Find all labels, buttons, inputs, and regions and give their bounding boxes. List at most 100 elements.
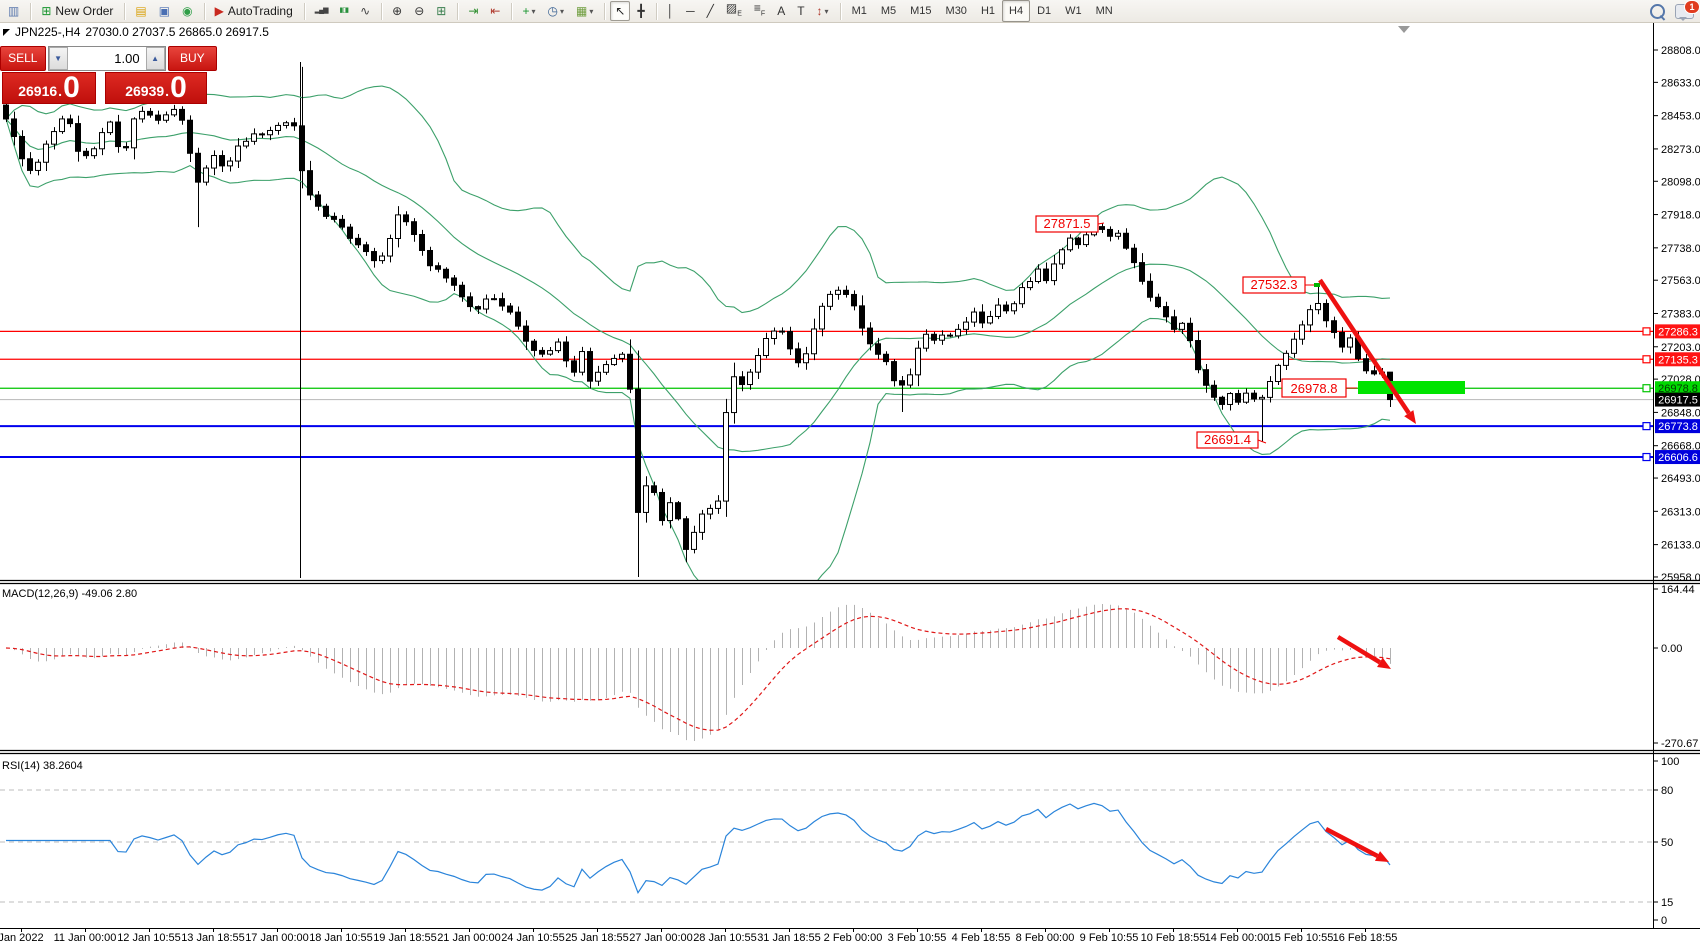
svg-text:28098.0: 28098.0 xyxy=(1661,176,1700,188)
candlestick-chart-icon[interactable]: ▮▯▮ xyxy=(335,1,354,21)
lot-size-value[interactable]: 1.00 xyxy=(68,47,146,70)
chart-shift-icon[interactable]: ⇤ xyxy=(485,1,505,21)
sell-price-display[interactable]: 26916.0 xyxy=(2,72,96,104)
timeframe-m1-button[interactable]: M1 xyxy=(845,0,874,22)
svg-text:28 Jan 10:55: 28 Jan 10:55 xyxy=(693,932,757,942)
zoom-in-icon[interactable]: ⊕ xyxy=(387,1,407,21)
sell-button[interactable]: SELL xyxy=(0,46,46,71)
buy-price-display[interactable]: 26939.0 xyxy=(105,72,207,104)
trendline-icon[interactable]: ╱ xyxy=(702,1,719,21)
timeframe-m5-button[interactable]: M5 xyxy=(874,0,903,22)
zoom-out-icon: ⊖ xyxy=(414,3,424,19)
signals-icon[interactable]: ◉ xyxy=(177,1,197,21)
timeframe-mn-button[interactable]: MN xyxy=(1089,0,1120,22)
cursor-icon[interactable]: ↖ xyxy=(610,1,630,21)
svg-text:18 Jan 10:55: 18 Jan 10:55 xyxy=(309,932,373,942)
timeframe-m30-button[interactable]: M30 xyxy=(939,0,974,22)
svg-text:4 Feb 18:55: 4 Feb 18:55 xyxy=(952,932,1011,942)
periods-icon-dropdown[interactable]: ▾ xyxy=(560,7,564,16)
equidistant-channel-icon[interactable]: ▨E xyxy=(721,1,747,21)
search-icon[interactable] xyxy=(1650,4,1665,19)
svg-text:164.44: 164.44 xyxy=(1661,584,1695,596)
cursor-icon: ↖ xyxy=(615,3,625,19)
buy-button[interactable]: BUY xyxy=(168,46,217,71)
mt4-window: ▥ ⊞New Order ▤▣ ◉ ▶AutoTrading ▂▄▆ ▮▯▮ ∿ ⊕ ⊖ ⊞ ⇥ ⇤ +▾… xyxy=(0,0,1700,942)
svg-text:27871.5: 27871.5 xyxy=(1044,216,1091,231)
templates-icon-dropdown[interactable]: ▾ xyxy=(589,7,593,16)
lot-decrease-button[interactable]: ▼ xyxy=(49,47,68,70)
zoom-in-icon: ⊕ xyxy=(392,3,402,19)
auto-scroll-icon: ⇥ xyxy=(468,3,478,19)
zoom-out-icon[interactable]: ⊖ xyxy=(409,1,429,21)
svg-text:27383.0: 27383.0 xyxy=(1661,308,1700,320)
periods-icon[interactable]: ◷▾ xyxy=(542,1,569,21)
horizontal-line-icon[interactable]: ─ xyxy=(681,1,700,21)
templates-icon[interactable]: ▦▾ xyxy=(571,1,598,21)
candlestick-chart-icon: ▮▯▮ xyxy=(340,3,349,19)
svg-text:8 Feb 00:00: 8 Feb 00:00 xyxy=(1016,932,1075,942)
auto-scroll-icon[interactable]: ⇥ xyxy=(463,1,483,21)
timeframe-h4-button[interactable]: H4 xyxy=(1002,0,1030,22)
autotrading-button-label: AutoTrading xyxy=(228,4,293,18)
vertical-line-icon[interactable]: │ xyxy=(662,1,680,21)
svg-text:15: 15 xyxy=(1661,897,1673,909)
toolbar: ▥ ⊞New Order ▤▣ ◉ ▶AutoTrading ▂▄▆ ▮▯▮ ∿ ⊕ ⊖ ⊞ ⇥ ⇤ +▾… xyxy=(0,0,1700,23)
one-click-trading-panel: SELL ▼ 1.00 ▲ BUY 26916.0 26939.0 xyxy=(0,46,217,104)
signals-icon: ◉ xyxy=(182,3,192,19)
symbol-title: JPN225-,H4 xyxy=(15,25,80,39)
svg-text:26848.0: 26848.0 xyxy=(1661,407,1700,419)
bar-chart-icon: ▂▄▆ xyxy=(315,3,328,19)
svg-text:3 Feb 10:55: 3 Feb 10:55 xyxy=(888,932,947,942)
new-order-button[interactable]: ⊞New Order xyxy=(36,1,118,21)
macd-indicator-label: MACD(12,26,9) -49.06 2.80 xyxy=(2,588,137,600)
line-chart-icon: ∿ xyxy=(360,3,370,19)
arrows-icon-dropdown[interactable]: ▾ xyxy=(825,7,829,16)
svg-text:28453.0: 28453.0 xyxy=(1661,111,1700,123)
svg-text:19 Jan 18:55: 19 Jan 18:55 xyxy=(373,932,437,942)
terminal-icon[interactable]: ▣ xyxy=(154,1,175,21)
arrows-icon: ↕ xyxy=(817,3,823,19)
svg-text:28273.0: 28273.0 xyxy=(1661,144,1700,156)
tile-windows-icon[interactable]: ⊞ xyxy=(431,1,451,21)
indicators-icon[interactable]: +▾ xyxy=(517,1,540,21)
market-watch-icon: ▥ xyxy=(8,3,19,19)
text-icon[interactable]: A xyxy=(772,1,790,21)
autotrading-button[interactable]: ▶AutoTrading xyxy=(210,1,298,21)
notification-badge: 1 xyxy=(1684,0,1700,14)
metaeditor-icon[interactable]: ▤ xyxy=(130,1,151,21)
text-label-icon: T xyxy=(797,3,804,19)
svg-text:16 Feb 18:55: 16 Feb 18:55 xyxy=(1333,932,1398,942)
svg-text:25 Jan 18:55: 25 Jan 18:55 xyxy=(565,932,629,942)
sell-price-pip: 0 xyxy=(63,74,80,102)
svg-text:Jan 2022: Jan 2022 xyxy=(0,932,44,942)
new-order-button-label: New Order xyxy=(55,4,113,18)
line-chart-icon[interactable]: ∿ xyxy=(355,1,375,21)
buy-price-main: 26939 xyxy=(125,80,164,102)
svg-text:50: 50 xyxy=(1661,837,1673,849)
market-watch-icon[interactable]: ▥ xyxy=(3,1,24,21)
highlighted-level-segment xyxy=(1358,381,1465,394)
bar-chart-icon[interactable]: ▂▄▆ xyxy=(310,1,333,21)
fibonacci-icon: ≡F xyxy=(754,0,765,22)
fibonacci-icon[interactable]: ≡F xyxy=(749,1,770,21)
svg-text:25958.0: 25958.0 xyxy=(1661,572,1700,584)
timeframe-h1-button[interactable]: H1 xyxy=(974,0,1002,22)
indicators-icon-dropdown[interactable]: ▾ xyxy=(531,7,535,16)
chart-canvas[interactable]: 28808.028633.028453.028273.028098.027918… xyxy=(0,0,1700,942)
crosshair-icon[interactable]: ╋ xyxy=(632,1,649,21)
symbol-ohlc: 27030.0 27037.5 26865.0 26917.5 xyxy=(85,25,269,39)
periods-icon: ◷ xyxy=(547,3,557,19)
lot-increase-button[interactable]: ▲ xyxy=(146,47,165,70)
text-label-icon[interactable]: T xyxy=(792,1,809,21)
svg-text:80: 80 xyxy=(1661,785,1673,797)
timeframe-m15-button[interactable]: M15 xyxy=(903,0,938,22)
chat-icon[interactable]: 1 xyxy=(1675,4,1694,19)
toolbar-separator xyxy=(656,3,657,20)
timeframe-d1-button[interactable]: D1 xyxy=(1030,0,1058,22)
svg-text:27563.0: 27563.0 xyxy=(1661,275,1700,287)
svg-text:17 Jan 00:00: 17 Jan 00:00 xyxy=(245,932,309,942)
timeframe-w1-button[interactable]: W1 xyxy=(1058,0,1089,22)
svg-text:27203.0: 27203.0 xyxy=(1661,342,1700,354)
arrows-icon[interactable]: ↕▾ xyxy=(812,1,834,21)
chart-shift-icon: ⇤ xyxy=(490,3,500,19)
